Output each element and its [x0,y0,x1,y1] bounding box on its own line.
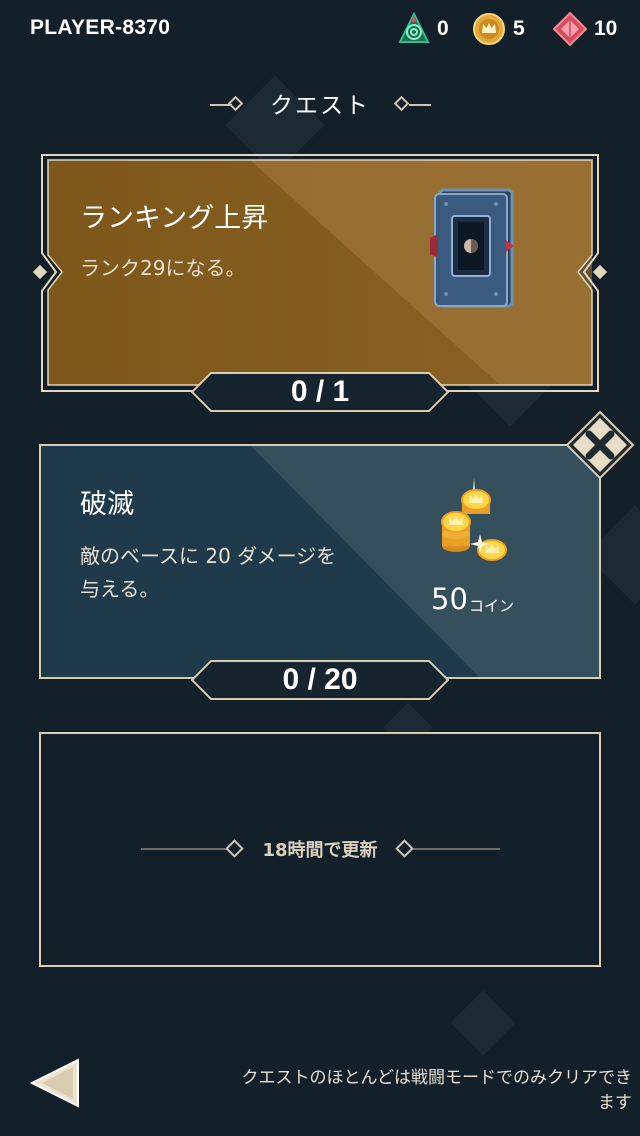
refresh-timer: 18時間で更新 [262,840,378,861]
reward-amount: 50 [431,582,468,616]
player-name: PLAYER-8370 [30,16,171,39]
reward-unit: コイン [469,597,515,615]
quest-description: ランク29になる。 [80,256,246,280]
quest-description-line1: 敵のベースに 20 ダメージを [80,544,337,568]
quest-title: 破滅 [80,489,134,520]
discard-quest-button[interactable] [565,410,635,480]
crown-coin-icon [473,13,505,45]
back-button[interactable] [28,1058,82,1108]
quest-hint-line2: ます [598,1093,632,1113]
crown-coin-count: 5 [513,17,525,40]
back-arrow-icon [29,1058,79,1108]
close-icon [565,410,635,480]
progress-value: 0 / 1 [290,375,350,408]
quest-progress: 0 / 20 [191,660,449,700]
green-swirl-count: 0 [437,17,449,40]
quest-hint-line1: クエストのほとんどは戦闘モードでのみクリアでき [241,1068,633,1088]
resource-crown-coin[interactable]: 5 [472,12,525,46]
quest-progress: 0 / 1 [191,372,449,412]
green-swirl-icon [398,12,430,43]
page-title: クエスト [270,93,370,119]
quest-description-line2: 与える。 [80,577,160,601]
red-gem-count: 10 [594,17,618,40]
quest-card-destruction[interactable]: 破滅 敵のベースに 20 ダメージを 与える。 50 コイン [0,440,640,690]
background-diamond [450,990,516,1056]
progress-value: 0 / 20 [282,663,358,696]
gold-coins-icon [441,478,507,561]
quest-title: ランキング上昇 [80,203,269,234]
red-gem-icon [553,12,587,46]
resource-red-gem[interactable]: 10 [553,12,617,46]
title-right-line [409,104,431,106]
resource-green-swirl[interactable]: 0 [398,12,449,46]
quest-hint: クエストのほとんどは戦闘モードでのみクリアでき ます [192,1066,633,1116]
card-deck-icon [430,188,514,308]
